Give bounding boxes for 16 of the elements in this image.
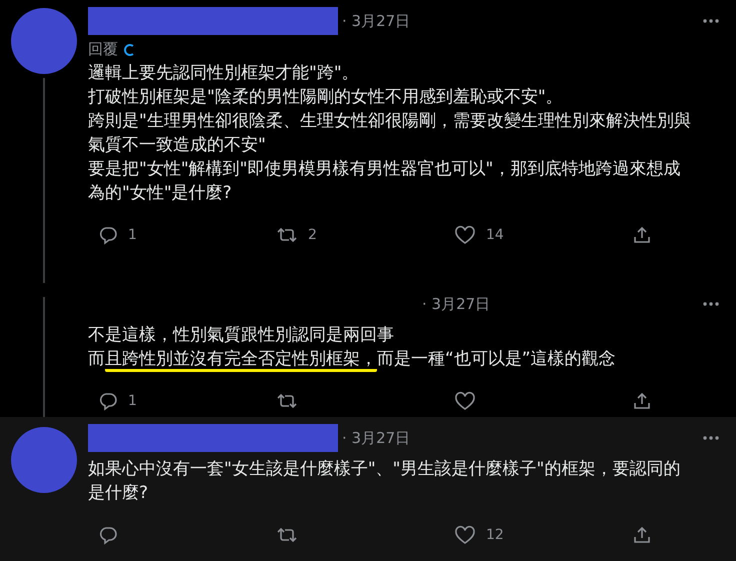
tweet-text: 跨則是"生理男性卻很陰柔、生理女性卻很陽剛，需要改變生理性別來解決性別與氣質不一致造成的不安" xyxy=(88,110,692,157)
tweet-text: 不是這樣，性別氣質跟性別認同是兩回事 xyxy=(88,324,395,347)
tweet-date[interactable]: · 3月27日 xyxy=(342,428,410,448)
tweet-text: 而且跨性別並沒有完全否定性別框架，而是一種“也可以是”這樣的觀念 xyxy=(88,347,692,371)
tweet-text: 打破性別框架是"陰柔的男性陽剛的女性不用感到羞恥或不安"。 xyxy=(88,86,564,109)
like-count: 14 xyxy=(486,227,504,243)
reply-count: 1 xyxy=(128,393,137,409)
reply-count: 1 xyxy=(128,227,137,243)
tweet-text: 要是把"女性"解構到"即使男模男樣有男性器官也可以"，那到底特地跨過來想成為的"女性"是什麼? xyxy=(88,158,682,205)
tweet-date[interactable]: · 3月27日 xyxy=(422,294,490,314)
reply-to-label: 回覆 xyxy=(88,40,118,59)
tweet-date[interactable]: · 3月27日 xyxy=(342,12,410,30)
tweet-text: 如果心中沒有一套"女生該是什麼樣子"、"男生該是什麼樣子"的框架，要認同的是什麼? xyxy=(88,458,682,505)
tweet-text: 邏輯上要先認同性別框架才能"跨"。 xyxy=(88,62,360,85)
retweet-count: 2 xyxy=(308,227,317,243)
like-count: 12 xyxy=(486,527,504,543)
